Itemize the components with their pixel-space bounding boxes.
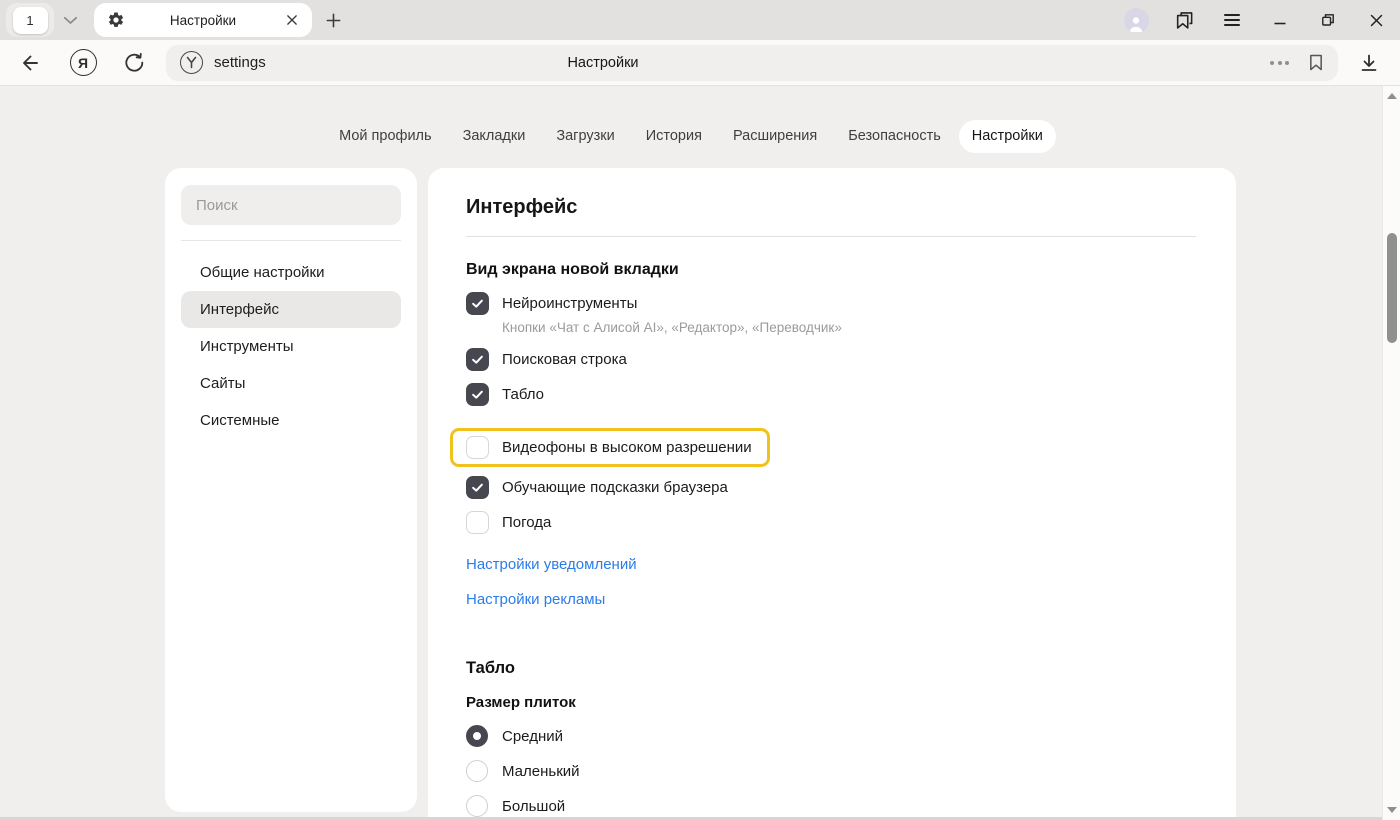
checkbox[interactable] [466, 476, 489, 499]
tab-title: Настройки [125, 13, 281, 28]
settings-page-favicon-icon [180, 51, 203, 74]
radio-button[interactable] [466, 725, 488, 747]
nav-tab-downloads[interactable]: Загрузки [543, 120, 627, 153]
checkbox-row-search-bar[interactable]: Поисковая строка [466, 348, 1196, 371]
checkbox[interactable] [466, 436, 489, 459]
nav-tab-security[interactable]: Безопасность [835, 120, 954, 153]
sidebar-item-system[interactable]: Системные [181, 402, 401, 439]
scrollbar-thumb[interactable] [1387, 233, 1397, 343]
minimize-button[interactable] [1266, 6, 1294, 34]
nav-tab-history[interactable]: История [633, 120, 715, 153]
panel-title: Интерфейс [466, 194, 1196, 220]
checkbox-label: Погода [502, 514, 551, 531]
checkbox-description: Кнопки «Чат с Алисой AI», «Редактор», «П… [502, 320, 1196, 336]
more-actions-icon[interactable] [1268, 57, 1291, 69]
radio-row-small[interactable]: Маленький [466, 760, 1196, 782]
back-icon[interactable] [14, 48, 44, 78]
bookmark-flag-icon[interactable] [1308, 53, 1324, 72]
sidebar-item-tools[interactable]: Инструменты [181, 328, 401, 365]
checkbox-row-browser-tips[interactable]: Обучающие подсказки браузера [466, 476, 1196, 499]
new-tab-button[interactable] [319, 6, 347, 34]
restore-button[interactable] [1314, 6, 1342, 34]
tab-count: 1 [13, 7, 48, 34]
section-new-tab-view-title: Вид экрана новой вкладки [466, 260, 1196, 280]
checkbox-label: Нейроинструменты [502, 295, 637, 312]
checkbox[interactable] [466, 511, 489, 534]
browser-tab-bar: 1 Настройки [0, 0, 1400, 40]
settings-page: Мой профиль Закладки Загрузки История Ра… [0, 86, 1382, 820]
settings-sidebar: Общие настройки Интерфейс Инструменты Са… [165, 168, 417, 812]
checkbox-group: Нейроинструменты Кнопки «Чат с Алисой AI… [466, 292, 1196, 534]
sidebar-item-interface[interactable]: Интерфейс [181, 291, 401, 328]
radio-button[interactable] [466, 795, 488, 817]
notifications-settings-link[interactable]: Настройки уведомлений [466, 556, 637, 574]
sidebar-divider [181, 240, 401, 241]
downloads-icon[interactable] [1354, 48, 1384, 78]
address-bar[interactable]: settings Настройки [166, 45, 1338, 81]
url-text[interactable]: settings [214, 54, 266, 71]
avatar-person-icon [1124, 8, 1149, 33]
hamburger-lines [1224, 14, 1240, 26]
refresh-icon[interactable] [118, 48, 148, 78]
scroll-up-icon[interactable] [1387, 93, 1397, 99]
checkbox-label: Табло [502, 386, 544, 403]
sidebar-item-sites[interactable]: Сайты [181, 365, 401, 402]
tab-close-icon[interactable] [281, 9, 303, 31]
tile-size-title: Размер плиток [466, 693, 1196, 712]
radio-label: Маленький [502, 763, 580, 780]
scroll-down-icon[interactable] [1387, 807, 1397, 813]
checkbox-label: Поисковая строка [502, 351, 627, 368]
profile-avatar[interactable] [1122, 6, 1150, 34]
browser-window: 1 Настройки [0, 0, 1400, 820]
menu-icon[interactable] [1218, 6, 1246, 34]
tab-list-chevron-icon[interactable] [63, 16, 78, 25]
yandex-logo-glyph: Я [78, 55, 88, 71]
radio-button[interactable] [466, 760, 488, 782]
search-input[interactable] [183, 185, 399, 225]
page-scrollbar[interactable] [1382, 86, 1400, 820]
radio-label: Средний [502, 728, 563, 745]
sidebar-nav: Общие настройки Интерфейс Инструменты Са… [181, 254, 401, 439]
active-tab[interactable]: Настройки [94, 3, 312, 37]
settings-top-nav: Мой профиль Закладки Загрузки История Ра… [0, 120, 1382, 153]
radio-label: Большой [502, 798, 565, 815]
checkbox-row-neurotools[interactable]: Нейроинструменты [466, 292, 1196, 315]
page-title: Настройки [518, 55, 688, 71]
checkbox[interactable] [466, 292, 489, 315]
bookmarks-panel-icon[interactable] [1170, 6, 1198, 34]
radio-group-tile-size: Средний Маленький Большой [466, 725, 1196, 817]
interface-settings-panel: Интерфейс Вид экрана новой вкладки Нейро… [428, 168, 1236, 820]
section-tableau-title: Табло [466, 658, 1196, 678]
checkbox-row-video-backgrounds[interactable]: Видеофоны в высоком разрешении [450, 428, 770, 467]
ads-settings-link[interactable]: Настройки рекламы [466, 591, 605, 609]
checkbox-row-weather[interactable]: Погода [466, 511, 1196, 534]
panel-divider [466, 236, 1196, 237]
checkbox[interactable] [466, 383, 489, 406]
browser-toolbar: Я settings Настройки [0, 40, 1400, 86]
sidebar-item-general[interactable]: Общие настройки [181, 254, 401, 291]
checkbox[interactable] [466, 348, 489, 371]
yandex-logo-icon[interactable]: Я [68, 48, 98, 78]
settings-layout: Общие настройки Интерфейс Инструменты Са… [0, 168, 1382, 820]
checkbox-row-tableau[interactable]: Табло [466, 383, 1196, 406]
tab-counter-button[interactable]: 1 [6, 3, 54, 37]
settings-links: Настройки уведомлений Настройки рекламы [466, 539, 1196, 609]
radio-row-medium[interactable]: Средний [466, 725, 1196, 747]
nav-tab-bookmarks[interactable]: Закладки [450, 120, 539, 153]
nav-tab-profile[interactable]: Мой профиль [326, 120, 444, 153]
checkbox-label: Видеофоны в высоком разрешении [502, 439, 752, 456]
checkbox-label: Обучающие подсказки браузера [502, 479, 728, 496]
nav-tab-settings[interactable]: Настройки [959, 120, 1056, 153]
gear-icon [107, 11, 125, 29]
sidebar-search[interactable] [181, 185, 401, 225]
radio-row-large[interactable]: Большой [466, 795, 1196, 817]
close-button[interactable] [1362, 6, 1390, 34]
nav-tab-extensions[interactable]: Расширения [720, 120, 830, 153]
